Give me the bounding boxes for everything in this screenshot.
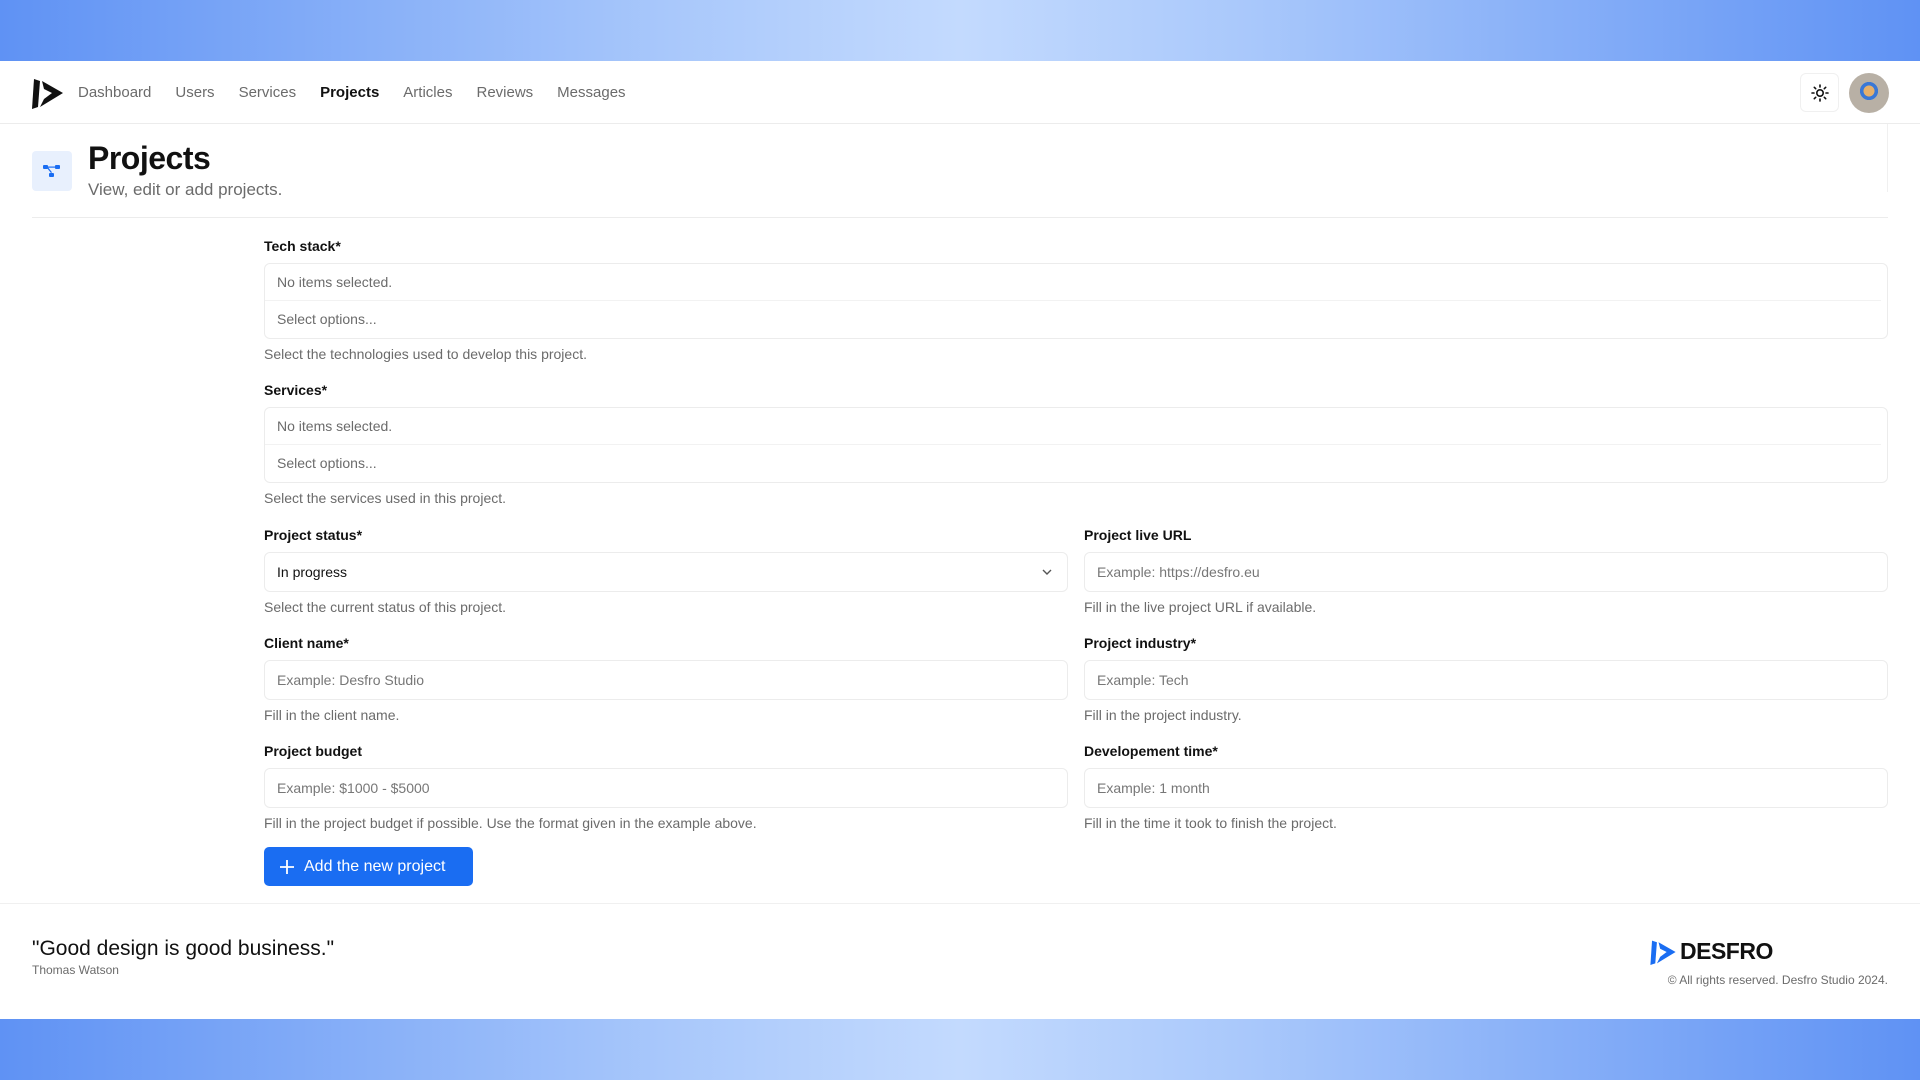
live-url-label: Project live URL <box>1084 527 1192 543</box>
footer-quote: "Good design is good business." <box>32 937 335 960</box>
nav-item-articles[interactable]: Articles <box>403 84 452 101</box>
project-status-field: Project status* In progress Select the c… <box>264 527 1068 615</box>
client-name-label: Client name* <box>264 635 349 651</box>
client-name-input[interactable]: Example: Desfro Studio <box>264 660 1068 700</box>
tech-stack-field: Tech stack* No items selected. Select op… <box>264 238 1888 362</box>
desfro-logo-icon[interactable] <box>32 77 63 109</box>
chevron-down-icon <box>1042 569 1052 575</box>
client-name-help: Fill in the client name. <box>264 707 400 723</box>
client-name-field: Client name* Example: Desfro Studio Fill… <box>264 635 1068 723</box>
live-url-input[interactable]: Example: https://desfro.eu <box>1084 552 1888 592</box>
page-subtitle: View, edit or add projects. <box>88 180 283 199</box>
tech-stack-help: Select the technologies used to develop … <box>264 346 587 362</box>
live-url-help: Fill in the live project URL if availabl… <box>1084 599 1317 615</box>
copyright: © All rights reserved. Desfro Studio 202… <box>1667 973 1888 987</box>
dev-time-input[interactable]: Example: 1 month <box>1084 768 1888 808</box>
live-url-field: Project live URL Example: https://desfro… <box>1084 527 1888 615</box>
add-project-label: Add the new project <box>304 857 446 875</box>
services-options-input[interactable]: Select options... <box>265 445 1887 482</box>
industry-field: Project industry* Example: Tech Fill in … <box>1084 635 1888 723</box>
user-avatar[interactable] <box>1849 73 1889 113</box>
add-project-button[interactable]: Add the new project <box>264 847 473 886</box>
project-status-label: Project status* <box>264 527 363 543</box>
project-status-help: Select the current status of this projec… <box>264 599 507 615</box>
brand-name: DESFRO <box>1680 938 1773 964</box>
nav-item-dashboard[interactable]: Dashboard <box>78 84 151 101</box>
nav-item-users[interactable]: Users <box>175 84 214 101</box>
budget-input[interactable]: Example: $1000 - $5000 <box>264 768 1068 808</box>
nav-item-reviews[interactable]: Reviews <box>476 84 533 101</box>
project-status-value: In progress <box>277 564 348 580</box>
services-label: Services* <box>264 382 328 398</box>
services-selected: No items selected. <box>265 408 1881 445</box>
services-multiselect[interactable]: No items selected. Select options... <box>264 407 1888 483</box>
industry-label: Project industry* <box>1084 635 1197 651</box>
industry-input[interactable]: Example: Tech <box>1084 660 1888 700</box>
desfro-logo-icon <box>1650 940 1676 965</box>
budget-field: Project budget Example: $1000 - $5000 Fi… <box>264 743 1068 831</box>
budget-label: Project budget <box>264 743 363 759</box>
budget-help: Fill in the project budget if possible. … <box>264 815 757 831</box>
page-title: Projects <box>88 140 211 176</box>
dev-time-help: Fill in the time it took to finish the p… <box>1084 815 1337 831</box>
tech-stack-selected: No items selected. <box>265 264 1881 301</box>
industry-help: Fill in the project industry. <box>1084 707 1242 723</box>
nav-item-messages[interactable]: Messages <box>557 84 625 101</box>
project-status-select[interactable]: In progress <box>264 552 1068 592</box>
page-header: Projects View, edit or add projects. <box>32 124 1888 218</box>
services-help: Select the services used in this project… <box>264 490 507 506</box>
nav-item-services[interactable]: Services <box>239 84 297 101</box>
top-nav: Dashboard Users Services Projects Articl… <box>0 61 1920 124</box>
sun-icon <box>1810 83 1829 102</box>
theme-toggle-button[interactable] <box>1800 73 1839 112</box>
divider <box>1887 124 1888 192</box>
tech-stack-label: Tech stack* <box>264 238 341 254</box>
plus-icon <box>280 859 294 874</box>
dev-time-field: Developement time* Example: 1 month Fill… <box>1084 743 1888 831</box>
footer: "Good design is good business." Thomas W… <box>0 903 1920 1019</box>
project-nodes-icon <box>32 151 72 191</box>
quote-author: Thomas Watson <box>32 963 119 977</box>
tech-stack-options-input[interactable]: Select options... <box>265 301 1887 338</box>
desfro-brand-logo[interactable]: DESFRO <box>1650 938 1773 965</box>
dev-time-label: Developement time* <box>1084 743 1218 759</box>
nav-item-projects[interactable]: Projects <box>320 84 379 101</box>
top-gradient-band <box>0 0 1920 61</box>
tech-stack-multiselect[interactable]: No items selected. Select options... <box>264 263 1888 339</box>
services-field: Services* No items selected. Select opti… <box>264 382 1888 506</box>
nav-links: Dashboard Users Services Projects Articl… <box>78 61 626 124</box>
bottom-gradient-band <box>0 1019 1920 1080</box>
